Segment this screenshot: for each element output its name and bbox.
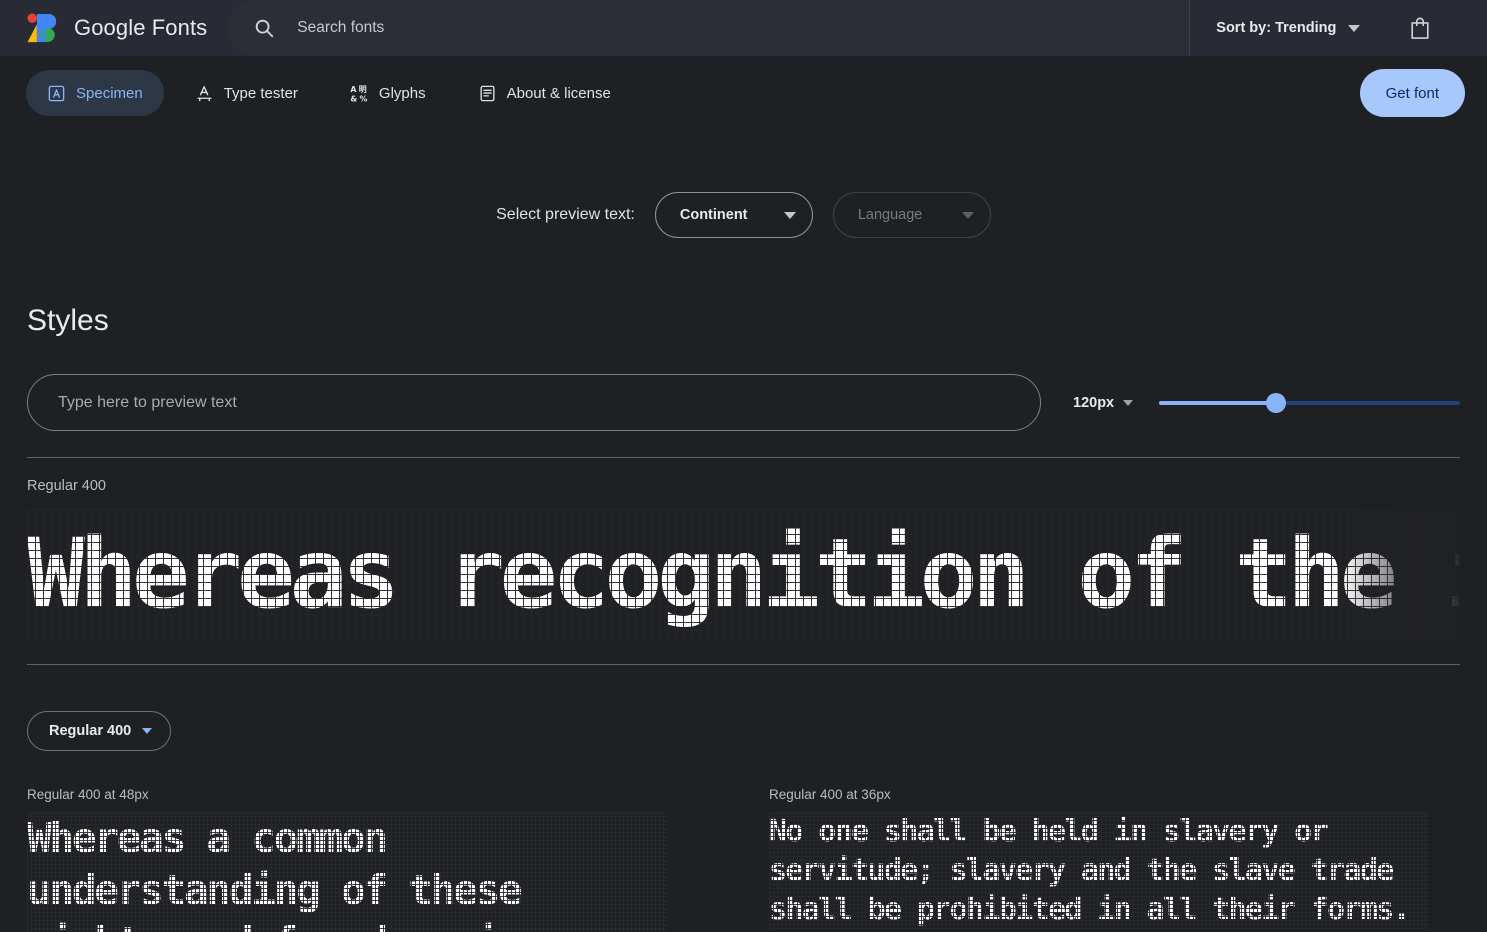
brand[interactable]: Google Fonts [26, 13, 207, 43]
divider-bottom [27, 664, 1460, 665]
svg-text:A: A [350, 84, 357, 93]
slider-thumb[interactable] [1266, 392, 1287, 413]
sample-text-36px: No one shall be held in slavery or servi… [769, 814, 1411, 927]
styles-controls-row: 120px [27, 374, 1460, 431]
sample-body-36px[interactable]: No one shall be held in slavery or servi… [769, 812, 1429, 929]
tab-about-license-label: About & license [506, 84, 611, 102]
sample-text-48px: Whereas a common understanding of these … [27, 814, 523, 932]
chevron-down-icon [142, 728, 153, 734]
continent-dropdown-value: Continent [679, 207, 748, 223]
sort-by-label: Sort by: Trending [1216, 20, 1337, 36]
chevron-down-icon [961, 211, 974, 219]
tab-specimen[interactable]: Specimen [26, 70, 164, 116]
google-fonts-logo-icon [27, 13, 57, 43]
app-header: Google Fonts Sort by: Trending [0, 0, 1487, 56]
tab-bar: Specimen Type tester A 明 & % Glyphs Abou… [0, 56, 1487, 130]
chevron-down-icon[interactable] [1123, 399, 1134, 406]
divider-top [27, 457, 1460, 458]
svg-text:%: % [359, 94, 367, 103]
tab-glyphs[interactable]: A 明 & % Glyphs [329, 70, 447, 116]
search-field[interactable] [227, 0, 1190, 56]
shopping-bag-button[interactable] [1384, 0, 1456, 56]
slider-fill [1159, 400, 1277, 405]
svg-text:&: & [350, 94, 357, 103]
language-dropdown-value: Language [857, 207, 923, 223]
hero-weight-label: Regular 400 [27, 478, 106, 494]
font-size-value: 120px [1073, 394, 1115, 411]
preview-text-selector-row: Select preview text: Continent Language [0, 192, 1487, 238]
sample-label-48px: Regular 400 at 48px [27, 787, 149, 802]
search-input[interactable] [297, 0, 1190, 56]
hero-specimen-text: Whereas recognition of the inheri [27, 518, 1460, 630]
svg-text:明: 明 [359, 84, 367, 93]
weight-filter-chip-label: Regular 400 [49, 723, 132, 739]
page-title: Styles [27, 304, 109, 337]
search-icon [256, 19, 274, 38]
sample-column-48px: Regular 400 at 48px Whereas a common und… [27, 787, 769, 932]
preview-text-input[interactable] [27, 374, 1041, 431]
sample-column-36px: Regular 400 at 36px No one shall be held… [769, 787, 1469, 932]
specimen-icon [48, 85, 65, 101]
select-preview-text-label: Select preview text: [496, 206, 635, 223]
language-dropdown[interactable]: Language [832, 192, 991, 238]
continent-dropdown[interactable]: Continent [654, 192, 813, 238]
sample-columns: Regular 400 at 48px Whereas a common und… [27, 787, 1460, 932]
sample-body-48px[interactable]: Whereas a common understanding of these … [27, 812, 667, 932]
styles-section: Styles 120px Regular 400 Whereas recogni… [0, 304, 1487, 932]
chevron-down-icon [783, 211, 796, 219]
sort-by-dropdown[interactable]: Sort by: Trending [1189, 0, 1384, 56]
hero-specimen-preview[interactable]: Whereas recognition of the inheri [27, 510, 1460, 638]
tab-specimen-label: Specimen [76, 84, 143, 102]
tab-glyphs-label: Glyphs [378, 84, 426, 102]
brand-name: Google Fonts [74, 15, 208, 40]
shopping-bag-icon [1411, 17, 1429, 39]
about-license-icon [480, 85, 495, 101]
tab-about-license[interactable]: About & license [457, 70, 632, 116]
font-size-control: 120px [1073, 392, 1460, 413]
glyphs-icon: A 明 & % [350, 84, 367, 103]
font-size-slider[interactable] [1159, 392, 1460, 413]
sample-label-36px: Regular 400 at 36px [769, 787, 891, 802]
chevron-down-icon [1348, 24, 1361, 32]
tab-type-tester-label: Type tester [223, 84, 298, 102]
weight-filter-chip[interactable]: Regular 400 [27, 711, 172, 751]
tab-type-tester[interactable]: Type tester [174, 70, 319, 116]
get-font-button[interactable]: Get font [1359, 69, 1465, 117]
type-tester-icon [197, 85, 212, 101]
